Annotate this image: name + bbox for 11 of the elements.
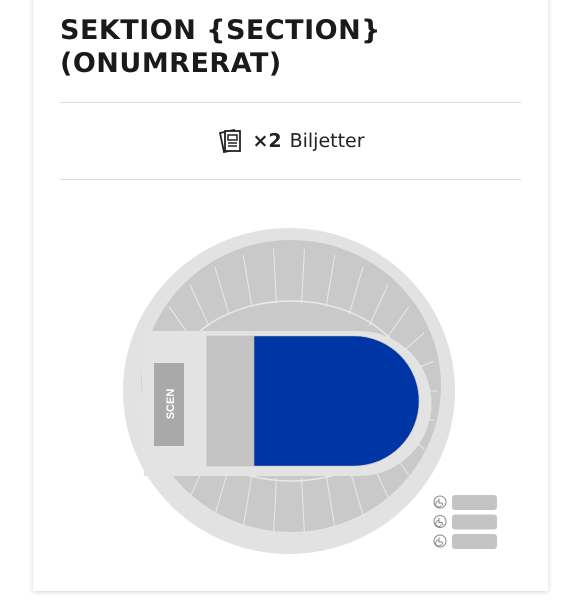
accessible-section[interactable] [452,495,497,510]
section-title: SEKTION {SECTION} (ONUMRERAT) [60,14,382,80]
floor-section[interactable] [254,336,420,466]
tickets-label: Biljetter [290,130,365,152]
wheelchair-icon [434,534,446,548]
ticket-count: ×2 [252,130,282,152]
wheelchair-icon [434,496,446,508]
accessible-section[interactable] [452,534,497,549]
stage-label: SCEN [165,388,177,420]
accessible-section[interactable] [452,514,497,530]
wheelchair-icon [434,515,446,528]
